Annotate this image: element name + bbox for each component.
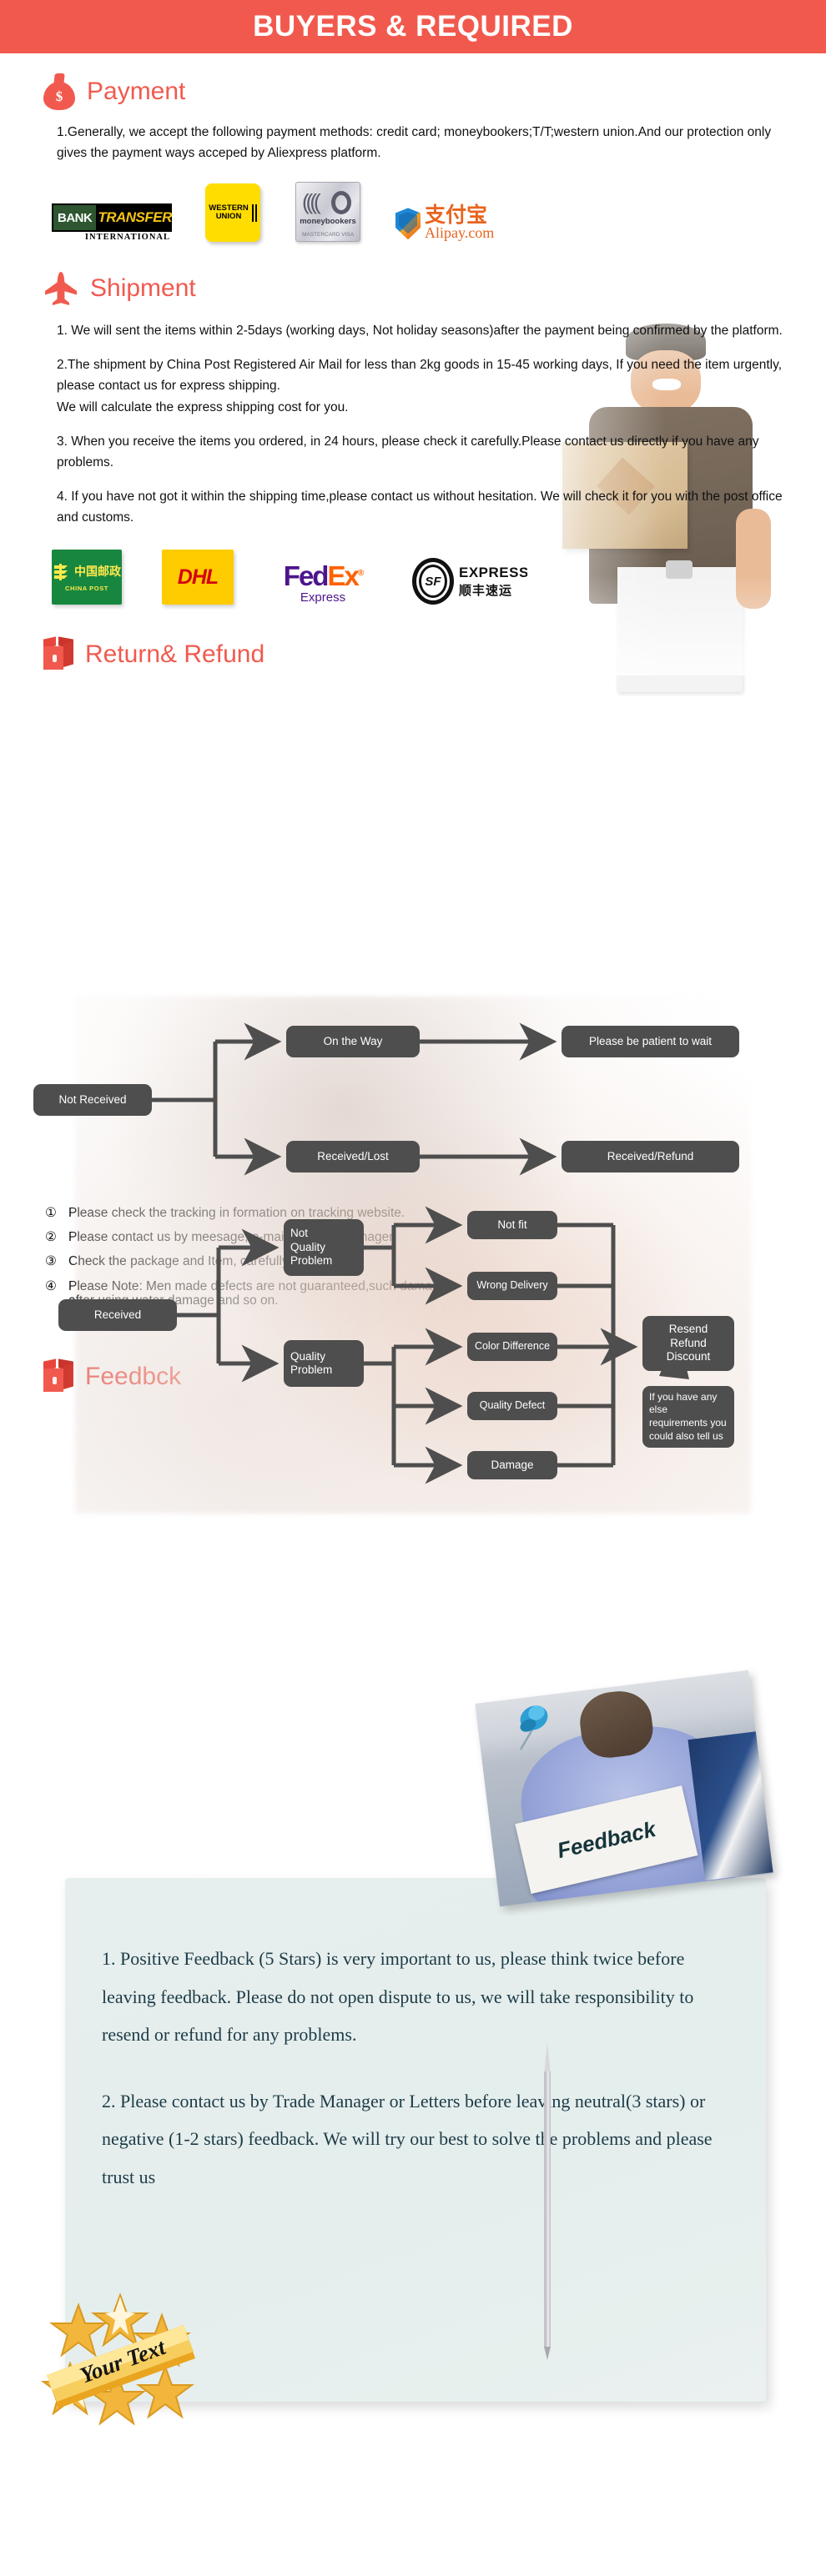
returns-note-2: ② Please contact us by meesage, e-mail, …: [45, 1229, 793, 1246]
shipment-paragraph-1: 1. We will sent the items within 2-5days…: [57, 324, 783, 339]
shipment-paragraph-5: 4. If you have not got it within the shi…: [57, 489, 783, 525]
moneybookers-wave-icon: ((((: [302, 189, 321, 215]
returns-note-3-number: ③: [45, 1254, 57, 1269]
returns-note-4-number: ④: [45, 1278, 57, 1293]
flow-node-damage: Damage: [467, 1451, 557, 1479]
pushpin-icon: [511, 1701, 552, 1753]
china-post-chinese: 中国邮政: [74, 565, 121, 580]
bank-transfer-caption: INTERNATIONAL: [84, 233, 170, 243]
moneybookers-circle-icon: [331, 191, 351, 215]
section-header-shipment: Shipment: [0, 270, 826, 307]
bank-transfer-primary: BANK: [52, 203, 98, 233]
feedback-sign-text: Feedback: [554, 1815, 658, 1863]
shipment-heading: Shipment: [90, 274, 196, 303]
alipay-chinese: 支付宝: [425, 203, 488, 228]
sf-badge-icon: SF: [412, 558, 454, 605]
moneybookers-logo: (((( moneybookers MASTERCARD VISA: [295, 182, 360, 243]
section-header-feedback: Feedbck: [0, 1358, 826, 1393]
shipment-paragraph-3: We will calculate the express shipping c…: [57, 399, 349, 414]
sf-english: EXPRESS: [459, 564, 529, 580]
fedex-registered-mark: ®: [357, 569, 365, 579]
returns-note-1: ① Please check the tracking in formation…: [45, 1205, 793, 1222]
sf-mark: SF: [419, 565, 447, 599]
money-bag-icon: $: [43, 73, 75, 110]
shipment-body: 1. We will sent the items within 2-5days…: [0, 320, 826, 528]
moneybookers-sub: MASTERCARD VISA: [301, 232, 355, 239]
western-union-line2: UNION: [215, 212, 242, 222]
payment-logos: BANK TRANSFER INTERNATIONAL WESTERN UNIO…: [0, 182, 826, 243]
returns-note-4: ④ Please Note: Men made defects are not …: [45, 1278, 793, 1295]
dhl-text: DHL: [177, 565, 219, 589]
sf-express-logo: SF EXPRESS 顺丰速运: [412, 558, 529, 605]
feedback-heading: Feedbck: [85, 1362, 182, 1390]
returns-note-3-text: Check the package and Item, carefully.: [68, 1254, 291, 1269]
returns-heading: Return& Refund: [85, 640, 265, 669]
alipay-logo: 支付宝 Alipay.com: [395, 205, 494, 242]
alipay-shield-icon: [395, 208, 421, 240]
fedex-logo: FedEx® Express: [274, 562, 372, 605]
page-title: BUYERS & REQUIRED: [253, 10, 573, 43]
payment-heading: Payment: [87, 78, 186, 105]
airplane-icon: [43, 270, 78, 307]
returns-note-2-text: Please contact us by meesage, e-mail, or…: [68, 1230, 396, 1245]
china-post-emblem-icon: [54, 564, 68, 581]
page-banner: BUYERS & REQUIRED: [0, 0, 826, 53]
section-header-payment: $ Payment: [0, 73, 826, 110]
fedex-part2: Ex: [327, 560, 359, 592]
returns-notes: ① Please check the tracking in formation…: [0, 1205, 826, 1308]
bank-transfer-logo: BANK TRANSFER INTERNATIONAL: [52, 203, 172, 243]
returns-note-2-number: ②: [45, 1230, 57, 1245]
moneybookers-name: moneybookers: [300, 217, 356, 227]
returns-note-4-text: Please Note: Men made defects are not gu…: [68, 1278, 447, 1293]
flow-node-any-else-requirements: If you have any else requirements you co…: [642, 1386, 734, 1448]
returns-note-3: ③ Check the package and Item, carefully.: [45, 1253, 793, 1270]
feedback-paragraph-2: 2. Please contact us by Trade Manager or…: [102, 2090, 713, 2187]
returns-note-1-text: Please check the tracking in formation o…: [68, 1206, 405, 1221]
bank-transfer-secondary: TRANSFER: [98, 203, 172, 233]
your-text-badge: Your Text: [40, 2287, 215, 2437]
returns-note-1-number: ①: [45, 1206, 57, 1221]
pencil-icon: [541, 2041, 554, 2367]
china-post-english: CHINA POST: [65, 585, 108, 593]
dhl-logo: DHL: [162, 550, 234, 605]
fedex-sub: Express: [300, 590, 346, 605]
feedback-paragraph-1: 1. Positive Feedback (5 Stars) is very i…: [102, 1948, 694, 2046]
red-box-icon: [43, 636, 73, 671]
sf-chinese: 顺丰速运: [459, 582, 513, 598]
payment-body: 1.Generally, we accept the following pay…: [0, 122, 826, 163]
returns-note-4-continuation: after using,water damage and so on.: [68, 1293, 279, 1308]
red-box-icon: [43, 1358, 73, 1393]
china-post-logo: 中国邮政 CHINA POST: [52, 550, 122, 605]
shipment-paragraph-4: 3. When you receive the items you ordere…: [57, 434, 759, 470]
payment-paragraph: 1.Generally, we accept the following pay…: [57, 125, 772, 161]
fedex-part1: Fed: [283, 560, 330, 592]
shipment-paragraph-2: 2.The shipment by China Post Registered …: [57, 358, 783, 394]
western-union-logo: WESTERN UNION: [205, 183, 260, 243]
flow-node-quality-defect: Quality Defect: [467, 1392, 557, 1420]
alipay-english: Alipay.com: [425, 224, 495, 242]
